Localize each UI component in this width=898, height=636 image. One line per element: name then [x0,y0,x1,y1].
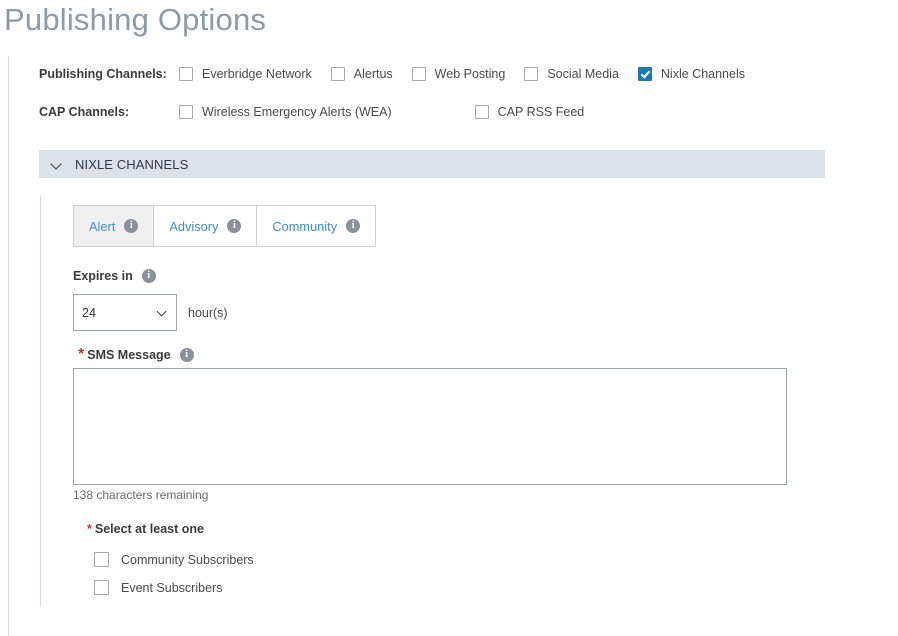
checkbox-box-cap-rss-feed[interactable] [474,105,489,119]
tab-advisory[interactable]: Advisory i [154,206,258,246]
info-icon-sms-message[interactable]: i [179,348,194,362]
page-title: Publishing Options [4,2,267,37]
expires-in-unit-label: hour(s) [188,305,228,320]
checkbox-social-media[interactable]: Social Media [524,67,619,81]
checkbox-box-web-posting[interactable] [411,67,426,81]
checkbox-box-community-subscribers[interactable] [94,552,109,567]
info-icon-community[interactable]: i [346,219,361,233]
tab-label-alert: Alert [89,218,116,234]
checkbox-wireless-emergency-alerts[interactable]: Wireless Emergency Alerts (WEA) [179,105,392,119]
checkbox-box-nixle-channels[interactable] [637,67,652,81]
select-at-least-one-label: * Select at least one [87,522,204,536]
info-icon-expires-in[interactable]: i [141,269,156,283]
checkbox-label-social-media: Social Media [547,67,619,81]
checkbox-label-alertus: Alertus [353,67,393,81]
sms-message-label-row: * SMS Message i [78,346,194,364]
chevron-down-icon[interactable] [51,158,63,170]
expires-in-label-row: Expires in i [73,269,156,283]
checkbox-everbridge-network[interactable]: Everbridge Network [179,67,312,81]
subscribers-group-label: Select at least one [94,522,204,536]
tab-alert[interactable]: Alert i [74,206,155,246]
checkbox-box-event-subscribers[interactable] [94,580,109,595]
sms-character-count: 138 characters remaining [73,488,209,502]
checkbox-box-everbridge-network[interactable] [179,67,193,81]
sms-message-label: SMS Message [87,348,171,362]
inner-left-rail [40,196,41,606]
chevron-down-icon-expires-select[interactable] [158,308,166,316]
expires-in-row: 24 hour(s) [73,294,228,331]
checkbox-label-everbridge-network: Everbridge Network [202,67,312,81]
checkbox-label-community-subscribers: Community Subscribers [121,552,254,567]
checkbox-box-wireless-emergency-alerts[interactable] [179,105,193,119]
tab-community[interactable]: Community i [257,206,376,246]
publishing-channels-row: Publishing Channels: Everbridge Network … [39,62,859,86]
checkbox-cap-rss-feed[interactable]: CAP RSS Feed [474,105,585,119]
info-icon-alert[interactable]: i [124,219,139,233]
nixle-channels-section-title: NIXLE CHANNELS [75,156,189,172]
subscribers-required-marker: * [87,522,92,536]
checkbox-label-web-posting: Web Posting [434,67,506,81]
checkbox-web-posting[interactable]: Web Posting [411,67,506,81]
expires-in-selected-value: 24 [82,305,96,320]
checkbox-label-event-subscribers: Event Subscribers [121,580,223,595]
checkbox-box-social-media[interactable] [524,67,539,81]
nixle-tab-group: Alert i Advisory i Community i [73,205,377,247]
checkbox-label-wireless-emergency-alerts: Wireless Emergency Alerts (WEA) [202,105,392,119]
checkbox-label-nixle-channels: Nixle Channels [660,67,745,81]
expires-in-select[interactable]: 24 [73,294,177,331]
checkbox-label-cap-rss-feed: CAP RSS Feed [497,105,585,119]
outer-left-rail [8,56,9,636]
sms-message-input[interactable] [73,368,787,485]
tab-label-community: Community [272,218,338,234]
info-icon-advisory[interactable]: i [227,219,242,233]
checkbox-alertus[interactable]: Alertus [330,67,393,81]
expires-in-label: Expires in [73,269,133,283]
sms-message-required-marker: * [78,346,85,363]
channels-block: Publishing Channels: Everbridge Network … [39,62,859,138]
nixle-channels-section-header[interactable]: NIXLE CHANNELS [39,150,825,178]
cap-channels-label: CAP Channels: [39,105,130,119]
checkbox-box-alertus[interactable] [330,67,345,81]
checkbox-event-subscribers[interactable]: Event Subscribers [94,580,222,595]
checkbox-nixle-channels[interactable]: Nixle Channels [637,67,745,81]
cap-channels-row: CAP Channels: Wireless Emergency Alerts … [39,100,859,124]
checkbox-community-subscribers[interactable]: Community Subscribers [94,552,254,567]
tab-label-advisory: Advisory [169,218,219,234]
publishing-channels-label: Publishing Channels: [39,67,167,81]
